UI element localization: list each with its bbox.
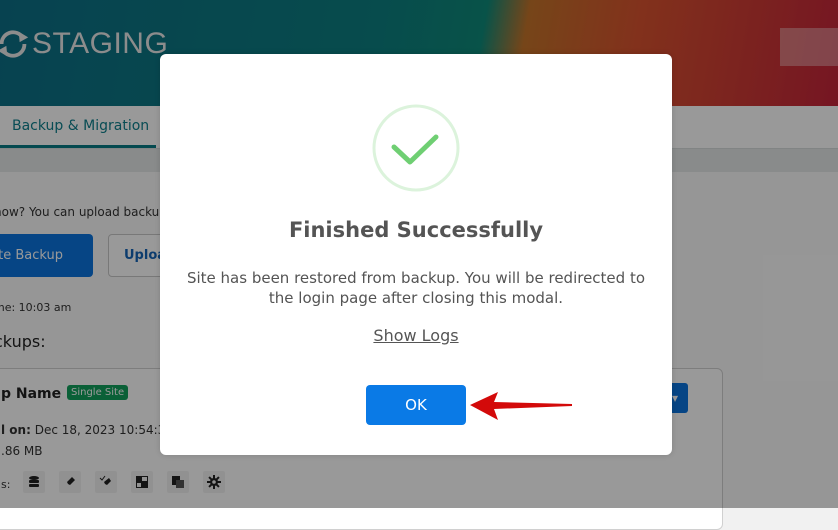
modal-title: Finished Successfully [288, 218, 544, 242]
success-check-icon [372, 104, 460, 192]
red-arrow-annotation-icon [470, 392, 572, 420]
ok-button[interactable]: OK [366, 385, 466, 425]
show-logs-link[interactable]: Show Logs [160, 326, 672, 345]
success-modal: Finished Successfully Site has been rest… [160, 54, 672, 455]
modal-message: Site has been restored from backup. You … [186, 269, 646, 307]
